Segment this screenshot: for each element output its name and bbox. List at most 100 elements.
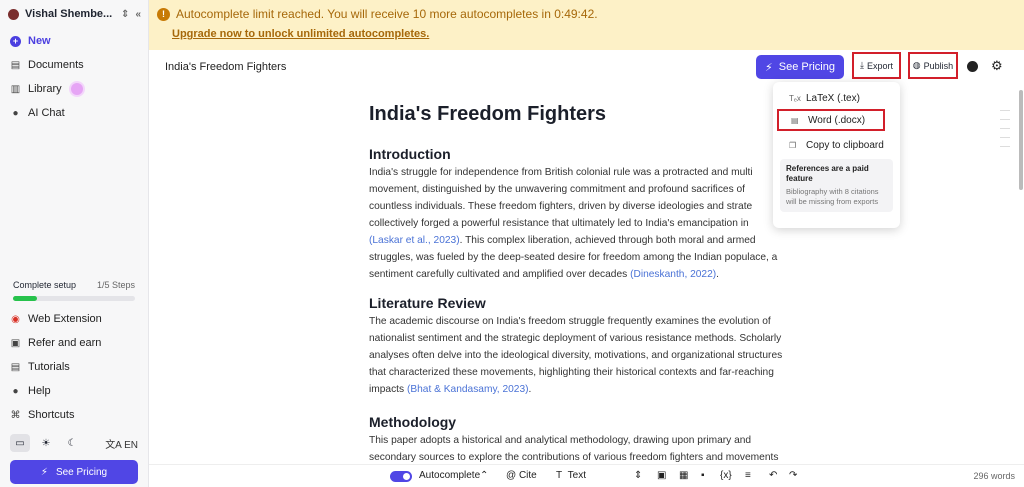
option-label: Word (.docx) xyxy=(808,114,866,126)
format-icon[interactable]: ≡ xyxy=(745,470,751,481)
export-latex-option[interactable]: Tₑx LaTeX (.tex) xyxy=(773,87,900,109)
note-description: Bibliography with 8 citations will be mi… xyxy=(786,187,879,206)
workspace-switcher[interactable]: Vishal Shembe... ⇕ « xyxy=(8,5,141,23)
word-count: 296 words xyxy=(973,471,1015,481)
section-heading: Literature Review xyxy=(369,295,486,311)
section-introduction: Introduction India's struggle for indepe… xyxy=(369,144,809,283)
paragraph-line: struggles, was fueled by the deep-seated… xyxy=(369,252,778,263)
document-name[interactable]: India's Freedom Fighters xyxy=(165,61,286,73)
sidebar-item-label: Tutorials xyxy=(28,361,70,373)
complete-setup[interactable]: Complete setup 1/5 Steps xyxy=(13,280,135,301)
scrollbar[interactable] xyxy=(1019,90,1023,190)
pricing-label: See Pricing xyxy=(778,61,835,73)
autocomplete-limit-banner: ! Autocomplete limit reached. You will r… xyxy=(149,0,1024,50)
section-literature-review: Literature Review The academic discourse… xyxy=(369,293,809,398)
paragraph-line: sentiment carefully cultivated and ampli… xyxy=(369,266,809,283)
paragraph-line: (Laskar et al., 2023). This complex libe… xyxy=(369,232,809,249)
sidebar-item-documents[interactable]: ▤ Documents xyxy=(10,55,140,75)
sidebar-item-help[interactable]: ● Help xyxy=(10,381,140,401)
chevron-updown-icon[interactable]: ⇕ xyxy=(634,470,642,481)
warning-icon: ! xyxy=(157,7,170,21)
paragraph-line: India's struggle for independence from B… xyxy=(369,167,753,178)
citation[interactable]: (Laskar et al., 2023) xyxy=(369,235,460,246)
paragraph-line: collectively forged a powerful resistanc… xyxy=(369,218,749,229)
cite-label: Cite xyxy=(518,470,537,481)
paragraph-line: The academic discourse on India's freedo… xyxy=(369,316,771,327)
latex-icon: Tₑx xyxy=(789,93,801,103)
document-icon: ▤ xyxy=(10,59,21,71)
export-button[interactable]: ⤓ Export xyxy=(852,52,901,79)
paragraph-line: countless individuals. These freedom fig… xyxy=(369,201,753,212)
sidebar-item-shortcuts[interactable]: ⌘ Shortcuts xyxy=(10,405,140,425)
dark-theme-icon[interactable]: ☾ xyxy=(62,434,82,452)
citation[interactable]: (Dineskanth, 2022) xyxy=(630,269,716,280)
text: sentiment carefully cultivated and ampli… xyxy=(369,269,628,280)
sidebar-item-label: Shortcuts xyxy=(28,409,75,421)
new-document-button[interactable]: + New xyxy=(10,31,140,51)
section-heading: Introduction xyxy=(369,146,451,162)
document-editor[interactable]: India's Freedom Fighters Introduction In… xyxy=(369,100,809,463)
system-theme-icon[interactable]: ▭ xyxy=(10,434,30,452)
paragraph-line: This paper adopts a historical and analy… xyxy=(369,435,752,446)
export-word-option[interactable]: ▤ Word (.docx) xyxy=(777,109,885,131)
language-label: EN xyxy=(124,439,138,451)
text-style-select[interactable]: T Text xyxy=(556,470,586,481)
sidebar-item-web-extension[interactable]: ◉ Web Extension xyxy=(10,309,140,329)
nav-new-label: New xyxy=(28,35,51,47)
sidebar-item-library[interactable]: ▥ Library xyxy=(10,79,140,99)
history-icon[interactable] xyxy=(967,61,978,72)
cite-button[interactable]: @ Cite xyxy=(506,470,537,481)
copy-to-clipboard-option[interactable]: ❐ Copy to clipboard xyxy=(773,134,900,156)
chevron-up-icon[interactable]: ⌃ xyxy=(480,470,488,481)
bottom-toolbar: Autocomplete ⌃ @ Cite T Text ⇕ ▣ ▦ ▪ {x}… xyxy=(149,464,1024,487)
publish-label: Publish xyxy=(923,60,954,71)
chevron-updown-icon[interactable]: ⇕ xyxy=(121,9,129,20)
setup-progress-fill xyxy=(13,296,38,301)
sidebar: Vishal Shembe... ⇕ « + New ▤ Documents ▥… xyxy=(0,0,149,487)
paragraph-line: movement, distinguished by the unwaverin… xyxy=(369,184,745,195)
sidebar-item-label: Refer and earn xyxy=(28,337,102,349)
sidebar-item-ai-chat[interactable]: ● AI Chat xyxy=(10,103,140,123)
paragraph-line: nationalist sentiment and the strategic … xyxy=(369,333,782,344)
text: . xyxy=(716,269,719,280)
see-pricing-button[interactable]: ⚡ See Pricing xyxy=(756,55,844,79)
image-icon[interactable]: ▣ xyxy=(657,470,666,481)
command-icon: ⌘ xyxy=(10,409,21,421)
equation-icon[interactable]: {x} xyxy=(720,470,732,481)
word-icon: ▤ xyxy=(791,115,799,125)
table-icon[interactable]: ▦ xyxy=(679,470,688,481)
paragraph-line: that characterized these movements, high… xyxy=(369,367,774,378)
book-icon: ▤ xyxy=(10,361,21,373)
embed-icon[interactable]: ▪ xyxy=(701,470,705,481)
sidebar-item-label: Library xyxy=(28,83,62,95)
undo-icon[interactable]: ↶ xyxy=(769,470,777,481)
workspace-avatar xyxy=(8,8,19,20)
language-selector[interactable]: 文A EN xyxy=(105,436,138,451)
sidebar-item-refer[interactable]: ▣ Refer and earn xyxy=(10,333,140,353)
option-label: LaTeX (.tex) xyxy=(806,92,860,104)
help-icon: ● xyxy=(12,385,19,397)
gear-icon[interactable]: ⚙ xyxy=(991,58,1003,74)
autocomplete-label: Autocomplete xyxy=(419,470,481,481)
chat-icon: ● xyxy=(12,107,19,119)
sidebar-item-tutorials[interactable]: ▤ Tutorials xyxy=(10,357,140,377)
chrome-icon: ◉ xyxy=(11,313,20,325)
collapse-sidebar-icon[interactable]: « xyxy=(135,9,141,20)
banner-message: Autocomplete limit reached. You will rec… xyxy=(176,7,598,21)
gift-icon: ▣ xyxy=(10,337,21,349)
publish-button[interactable]: ◍ Publish xyxy=(908,52,958,79)
upgrade-link[interactable]: Upgrade now to unlock unlimited autocomp… xyxy=(172,28,429,40)
citation[interactable]: (Bhat & Kandasamy, 2023) xyxy=(407,384,529,395)
sidebar-see-pricing-button[interactable]: ⚡ See Pricing xyxy=(10,460,138,484)
lightning-icon: ⚡ xyxy=(765,61,773,74)
plus-icon: + xyxy=(10,35,21,47)
paragraph-line: analyses often delve into the ideologica… xyxy=(369,350,783,361)
library-icon: ▥ xyxy=(10,83,21,95)
light-theme-icon[interactable]: ☀ xyxy=(36,434,56,452)
autocomplete-toggle[interactable] xyxy=(390,471,412,482)
export-label: Export xyxy=(866,60,893,71)
redo-icon[interactable]: ↷ xyxy=(789,470,797,481)
sidebar-item-label: AI Chat xyxy=(28,107,65,119)
sidebar-item-label: Web Extension xyxy=(28,313,102,325)
option-label: Copy to clipboard xyxy=(806,139,884,151)
